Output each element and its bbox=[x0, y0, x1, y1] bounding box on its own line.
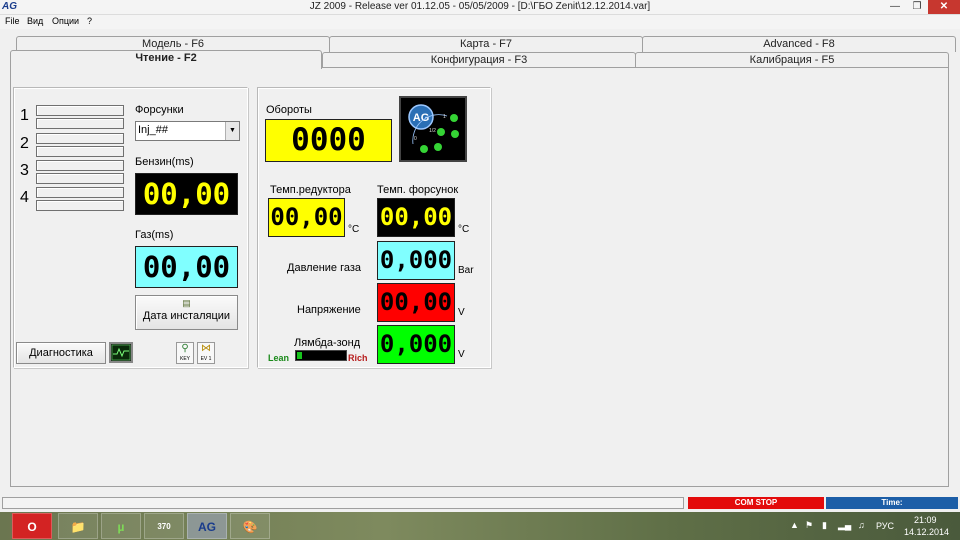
lambda-unit: V bbox=[458, 349, 465, 360]
menu-options[interactable]: Опции bbox=[52, 16, 79, 26]
title-bar: AG JZ 2009 - Release ver 01.12.05 - 05/0… bbox=[0, 0, 960, 15]
gas-pressure-unit: Bar bbox=[458, 265, 474, 276]
install-date-label: Дата инсталяции bbox=[142, 310, 231, 322]
chevron-down-icon[interactable]: ▼ bbox=[225, 122, 239, 140]
lambda-bar-fill bbox=[297, 352, 302, 359]
lambda-display: 0,000 bbox=[377, 325, 455, 364]
injector-1-petrol-bar bbox=[36, 105, 124, 116]
lambda-bar bbox=[295, 350, 347, 361]
video-app-icon[interactable]: 370 bbox=[144, 513, 184, 539]
flag-icon[interactable]: ⚑ bbox=[805, 520, 813, 531]
logo-scale-0: 0 bbox=[414, 136, 417, 142]
voltage-display: 00,00 bbox=[377, 283, 455, 322]
file-explorer-icon[interactable]: 📁 bbox=[58, 513, 98, 539]
calendar-icon: ▤ bbox=[182, 298, 191, 308]
utorrent-icon[interactable]: µ bbox=[101, 513, 141, 539]
key-label: KEY bbox=[179, 356, 190, 362]
battery-icon[interactable]: ▮ bbox=[822, 520, 827, 531]
logo-scale-1: 1 bbox=[443, 114, 446, 120]
time-status: Time: bbox=[826, 497, 958, 509]
show-hidden-icons-icon[interactable]: ▲ bbox=[790, 520, 799, 530]
paint-icon[interactable]: 🎨 bbox=[230, 513, 270, 539]
injector-number: 4 bbox=[20, 189, 29, 206]
maximize-icon[interactable]: ❐ bbox=[906, 0, 928, 14]
status-bar: COM STOP Time: bbox=[0, 494, 960, 512]
menu-file[interactable]: File bbox=[5, 16, 20, 26]
diagnostics-button[interactable]: Диагностика bbox=[16, 342, 106, 364]
injectors-label: Форсунки bbox=[135, 104, 184, 116]
oscilloscope-icon[interactable] bbox=[109, 342, 133, 363]
injector-select[interactable]: Inj_## ▼ bbox=[135, 121, 240, 141]
tab-calibration[interactable]: Калибрация - F5 bbox=[635, 52, 949, 68]
injector-select-value: Inj_## bbox=[138, 124, 168, 136]
opera-icon[interactable]: O bbox=[12, 513, 52, 539]
menu-help[interactable]: ? bbox=[87, 16, 92, 26]
gas-label: Газ(ms) bbox=[135, 229, 174, 241]
valve-icon: ⋈ bbox=[201, 343, 211, 354]
rpm-label: Обороты bbox=[266, 104, 312, 116]
menu-bar: File Вид Опции ? bbox=[0, 15, 960, 29]
injector-4-petrol-bar bbox=[36, 187, 124, 198]
ev-button[interactable]: ⋈ EV 1 bbox=[197, 342, 215, 364]
tab-configuration[interactable]: Конфигурация - F3 bbox=[322, 52, 636, 68]
injector-2-petrol-bar bbox=[36, 133, 124, 144]
close-icon[interactable]: ✕ bbox=[928, 0, 960, 14]
gas-pressure-label: Давление газа bbox=[287, 262, 362, 274]
injector-number: 1 bbox=[20, 107, 29, 124]
voltage-unit: V bbox=[458, 307, 465, 318]
key-icon: ⚲ bbox=[181, 343, 189, 354]
tab-read[interactable]: Чтение - F2 bbox=[10, 50, 322, 69]
rpm-display: 0000 bbox=[265, 119, 392, 162]
tab-advanced[interactable]: Advanced - F8 bbox=[642, 36, 956, 52]
lean-label: Lean bbox=[268, 353, 290, 363]
minimize-icon[interactable]: — bbox=[884, 0, 906, 14]
key-button[interactable]: ⚲ KEY bbox=[176, 342, 194, 364]
rich-label: Rich bbox=[348, 353, 368, 363]
ag-taskbar-icon[interactable]: AG bbox=[187, 513, 227, 539]
injector-3-petrol-bar bbox=[36, 160, 124, 171]
com-status-badge: COM STOP bbox=[688, 497, 824, 509]
logo-scale-half: 1/2 bbox=[429, 128, 436, 134]
menu-view[interactable]: Вид bbox=[27, 16, 43, 26]
injector-number: 2 bbox=[20, 135, 29, 152]
window-title: JZ 2009 - Release ver 01.12.05 - 05/05/2… bbox=[309, 1, 651, 12]
clock-time[interactable]: 21:09 bbox=[914, 515, 937, 525]
injector-2-gas-bar bbox=[36, 146, 124, 157]
injector-4-gas-bar bbox=[36, 200, 124, 211]
volume-icon[interactable]: ♫ bbox=[858, 520, 865, 530]
app-window: AG JZ 2009 - Release ver 01.12.05 - 05/0… bbox=[0, 0, 960, 540]
reducer-temp-label: Темп.редуктора bbox=[270, 184, 351, 196]
injector-1-gas-bar bbox=[36, 118, 124, 129]
injector-number: 3 bbox=[20, 162, 29, 179]
video-badge: 370 bbox=[157, 522, 171, 531]
reducer-temp-unit: °C bbox=[348, 224, 360, 235]
injector-temp-label: Темп. форсунок bbox=[377, 184, 459, 196]
clock-date[interactable]: 14.12.2014 bbox=[904, 527, 949, 537]
language-indicator[interactable]: РУС bbox=[876, 521, 894, 531]
tab-map[interactable]: Карта - F7 bbox=[329, 36, 643, 52]
reducer-temp-display: 00,00 bbox=[268, 198, 345, 237]
injector-temp-unit: °C bbox=[458, 224, 470, 235]
voltage-label: Напряжение bbox=[297, 304, 361, 316]
taskbar: O 📁 µ 370 AG 🎨 ▲ ⚑ ▮ ▂▄ ♫ РУС 21:09 14.1… bbox=[0, 512, 960, 540]
ag-logo-icon: AG 0 1/2 1 bbox=[399, 96, 467, 162]
petrol-label: Бензин(ms) bbox=[135, 156, 194, 168]
injector-temp-display: 00,00 bbox=[377, 198, 455, 237]
gas-pressure-display: 0,000 bbox=[377, 241, 455, 280]
signal-icon[interactable]: ▂▄ bbox=[838, 520, 851, 531]
lambda-label: Лямбда-зонд bbox=[294, 337, 361, 349]
install-date-button[interactable]: ▤ Дата инсталяции bbox=[135, 295, 238, 330]
ev-label: EV 1 bbox=[200, 356, 212, 362]
petrol-time-display: 00,00 bbox=[135, 173, 238, 215]
injector-3-gas-bar bbox=[36, 173, 124, 184]
status-message-field bbox=[2, 497, 684, 509]
gas-time-display: 00,00 bbox=[135, 246, 238, 288]
